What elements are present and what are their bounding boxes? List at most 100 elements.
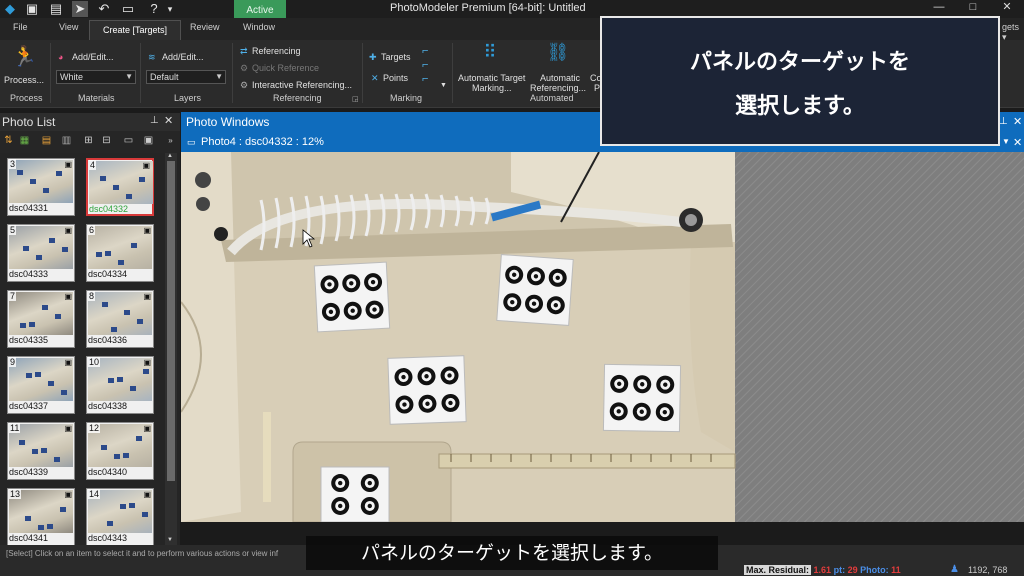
pin-icon[interactable]: ⊥ xyxy=(999,116,1008,127)
thumbnail-label: dsc04333 xyxy=(9,269,49,279)
group-separator xyxy=(140,43,141,103)
target-panel[interactable] xyxy=(387,355,467,425)
layers-select[interactable]: Default ▼ xyxy=(146,70,226,84)
chevron-down-icon[interactable]: » xyxy=(164,135,177,147)
thumbnail-image xyxy=(9,292,73,335)
video-subtitle: パネルのターゲットを選択します。 xyxy=(306,536,718,570)
chevron-down-icon[interactable]: ▼ xyxy=(1002,137,1010,146)
scroll-up-icon[interactable]: ▲ xyxy=(167,153,173,159)
photo-thumbnail[interactable]: 7 ▣ dsc04335 xyxy=(7,290,75,348)
group-label-process: Process xyxy=(10,93,43,103)
photo-thumbnail[interactable]: 4 ▣ dsc04332 xyxy=(86,158,154,216)
panel-options-icon[interactable]: ▣ xyxy=(142,135,155,147)
photo-list-title: Photo List xyxy=(2,115,56,129)
thumbnail-target-mark xyxy=(105,251,111,256)
photo-thumbnail[interactable]: 13 ▣ dsc04341 xyxy=(7,488,75,546)
select-pointer-icon[interactable]: ➤ xyxy=(72,1,88,17)
quick-reference-button[interactable]: Quick Reference xyxy=(252,63,319,73)
scroll-down-icon[interactable]: ▼ xyxy=(167,537,173,543)
photo-tab-title: Photo4 : dsc04332 : 12% xyxy=(201,136,324,148)
undo-icon[interactable]: ↶ xyxy=(96,1,112,17)
thumbnail-target-mark xyxy=(49,238,55,243)
photo-thumbnail[interactable]: 8 ▣ dsc04336 xyxy=(86,290,154,348)
points-button[interactable]: Points xyxy=(383,73,408,83)
photo-thumbnail[interactable]: 9 ▣ dsc04337 xyxy=(7,356,75,414)
save-as-icon[interactable]: ▤ xyxy=(48,1,64,17)
thumbnail-size-icon[interactable]: ▭ xyxy=(122,135,135,147)
thumbnail-target-mark xyxy=(139,177,145,182)
thumbnail-target-mark xyxy=(36,255,42,260)
camera-icon: ▣ xyxy=(142,161,150,170)
thumbnail-number: 6 xyxy=(88,225,96,235)
photo-thumbnail[interactable]: 12 ▣ dsc04340 xyxy=(86,422,154,480)
photo-list-toolbar: ⇅ ▦ ▤ ▥ ⊞ ⊟ ▭ ▣ » xyxy=(0,131,180,153)
minimize-button[interactable]: — xyxy=(924,0,954,16)
photo-list-scrollbar[interactable]: ▲ ▼ xyxy=(165,153,177,545)
camera-icon: ▣ xyxy=(64,358,72,367)
materials-add-edit-button[interactable]: Add/Edit... xyxy=(72,52,114,62)
thumbnail-target-mark xyxy=(142,512,148,517)
sort-icon[interactable]: ⇅ xyxy=(2,135,15,147)
target-panel[interactable] xyxy=(320,466,390,522)
targets-button[interactable]: Targets xyxy=(381,52,411,62)
marking-mode-icons[interactable]: ⌐ ⌐ ⌐ xyxy=(422,44,428,86)
close-icon[interactable]: ✕ xyxy=(164,114,173,127)
thumbnail-target-mark xyxy=(120,504,126,509)
thumbnail-target-mark xyxy=(30,179,36,184)
thumbnail-label: dsc04341 xyxy=(9,533,49,543)
maximize-button[interactable]: □ xyxy=(958,0,988,16)
remove-photo-icon[interactable]: ⊟ xyxy=(100,135,113,147)
photo-image[interactable] xyxy=(181,152,1024,522)
process-button[interactable]: Process... xyxy=(4,75,44,85)
thumbnail-number: 9 xyxy=(9,357,17,367)
photo-thumbnail[interactable]: 14 ▣ dsc04343 xyxy=(86,488,154,546)
auto-target-marking-line2[interactable]: Marking... xyxy=(472,83,512,93)
photo-viewport[interactable] xyxy=(181,152,1024,522)
photo-thumbnail[interactable]: 10 ▣ dsc04338 xyxy=(86,356,154,414)
pin-icon[interactable]: ⊥ xyxy=(150,115,159,126)
close-icon[interactable]: ✕ xyxy=(1013,115,1022,128)
scrollbar-thumb[interactable] xyxy=(167,161,175,481)
tab-create-targets[interactable]: Create [Targets] xyxy=(89,20,181,40)
photo-thumbnail[interactable]: 3 ▣ dsc04331 xyxy=(7,158,75,216)
tab-file[interactable]: File xyxy=(13,22,28,32)
chevron-down-icon[interactable]: ▼ xyxy=(440,82,447,89)
thumbnail-target-mark xyxy=(23,246,29,251)
help-icon[interactable]: ? xyxy=(146,1,162,17)
close-icon[interactable]: ✕ xyxy=(1013,136,1022,149)
thumbnail-target-mark xyxy=(42,305,48,310)
interactive-referencing-button[interactable]: Interactive Referencing... xyxy=(252,80,352,90)
dialog-launcher-icon[interactable]: ◲ xyxy=(352,95,359,103)
photo-thumbnail[interactable]: 5 ▣ dsc04333 xyxy=(7,224,75,282)
save-icon[interactable]: ▣ xyxy=(24,1,40,17)
tab-view[interactable]: View xyxy=(59,22,78,32)
close-button[interactable]: ✕ xyxy=(992,0,1022,16)
tab-window[interactable]: Window xyxy=(243,22,275,32)
thumbnail-target-mark xyxy=(56,171,62,176)
photo-thumbnail[interactable]: 11 ▣ dsc04339 xyxy=(7,422,75,480)
layers-add-edit-button[interactable]: Add/Edit... xyxy=(162,52,204,62)
tab-review[interactable]: Review xyxy=(190,22,220,32)
chevron-down-icon: ▼ xyxy=(125,72,133,81)
quick-access-dropdown-icon[interactable]: ▾ xyxy=(162,1,178,17)
auto-referencing-line1[interactable]: Automatic xyxy=(540,73,580,83)
thumbnail-target-mark xyxy=(102,302,108,307)
target-panel[interactable] xyxy=(313,261,391,333)
details-icon[interactable]: ▥ xyxy=(60,135,73,147)
status-metrics: Max. Residual: 1.61 pt: 29 Photo: 11 xyxy=(744,565,901,575)
auto-target-marking-line1[interactable]: Automatic Target xyxy=(458,73,525,83)
photo-thumbnail[interactable]: 6 ▣ dsc04334 xyxy=(86,224,154,282)
target-panel[interactable] xyxy=(602,363,682,433)
materials-select[interactable]: White ▼ xyxy=(56,70,136,84)
filter-icon[interactable]: ▦ xyxy=(18,135,31,147)
referencing-button[interactable]: Referencing xyxy=(252,46,301,56)
add-photo-icon[interactable]: ⊞ xyxy=(82,135,95,147)
thumbnail-label: dsc04335 xyxy=(9,335,49,345)
target-panel[interactable] xyxy=(496,254,574,326)
max-residual-value: 1.61 xyxy=(813,565,832,575)
auto-referencing-line2[interactable]: Referencing... xyxy=(530,83,586,93)
list-view-icon[interactable]: ▤ xyxy=(40,135,53,147)
camera-icon: ▣ xyxy=(143,358,151,367)
thumbnail-target-mark xyxy=(129,503,135,508)
window-icon[interactable]: ▭ xyxy=(120,1,136,17)
